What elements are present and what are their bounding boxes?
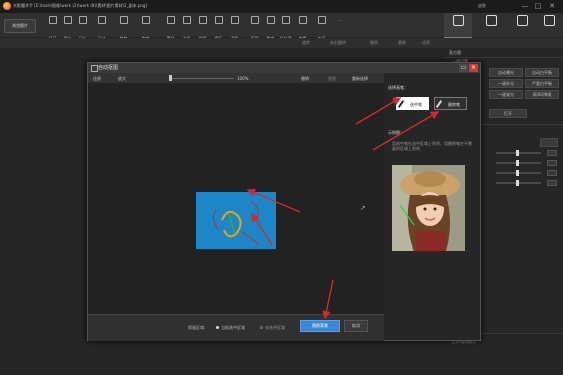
arrow-keep-pen bbox=[355, 97, 402, 125]
arrow-stroke-1 bbox=[246, 188, 301, 213]
arrow-stroke-2 bbox=[251, 212, 273, 246]
arrow-remove-pen bbox=[372, 111, 440, 151]
annotation-arrows bbox=[246, 97, 440, 320]
arrow-start-button bbox=[322, 279, 334, 320]
